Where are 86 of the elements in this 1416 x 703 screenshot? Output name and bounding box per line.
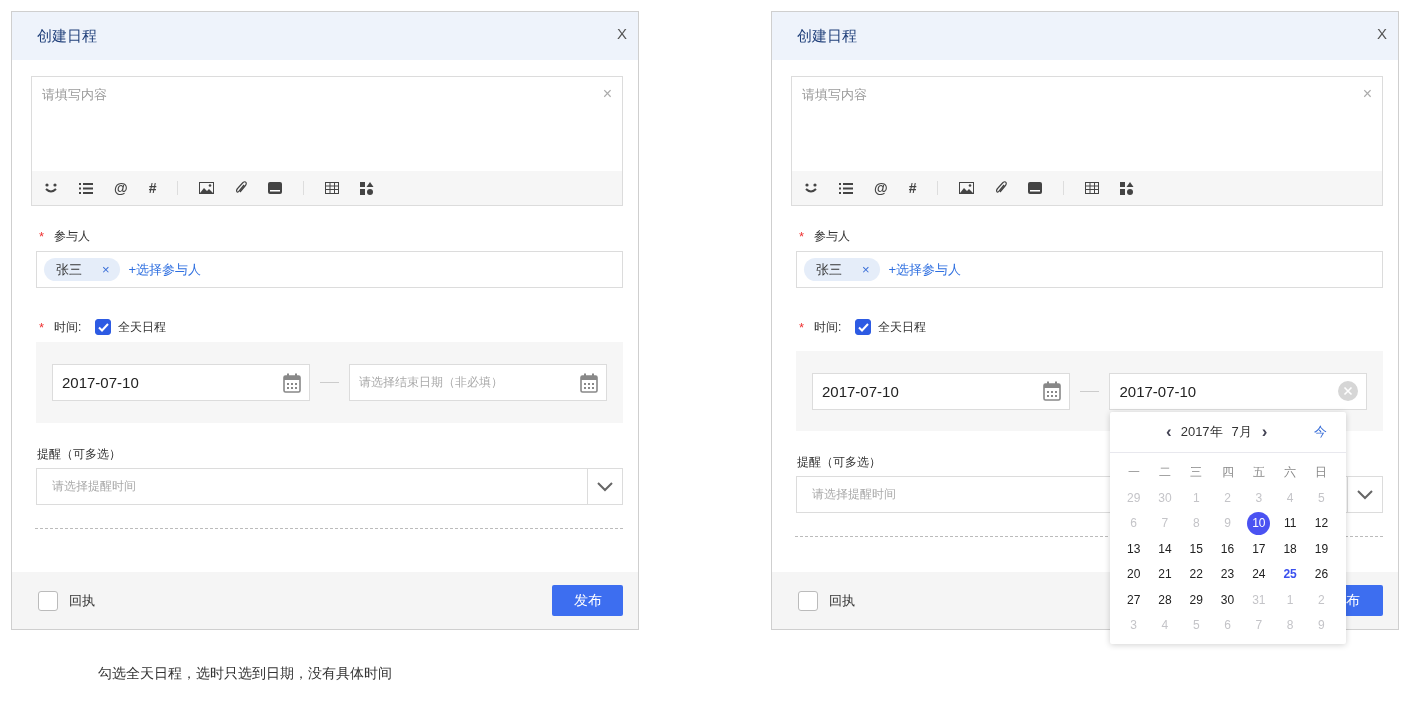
calendar-day[interactable]: 23 [1216, 562, 1240, 586]
shapes-icon[interactable] [360, 181, 375, 195]
previous-month-button[interactable]: ‹ [1166, 422, 1172, 442]
content-placeholder: 请填写内容 [42, 86, 107, 104]
required-mark: * [799, 228, 805, 244]
all-day-checkbox[interactable] [95, 319, 112, 335]
close-button[interactable]: X [617, 24, 627, 42]
insert-symbol-button[interactable]: # [908, 180, 917, 196]
calendar-day[interactable]: 25 [1278, 562, 1302, 586]
calendar-day[interactable]: 27 [1122, 588, 1146, 612]
required-mark: * [799, 319, 805, 335]
calendar-day[interactable]: 21 [1153, 562, 1177, 586]
drive-icon[interactable] [268, 182, 283, 194]
required-mark: * [39, 319, 45, 335]
calendar-day[interactable]: 26 [1309, 562, 1333, 586]
calendar-day[interactable]: 22 [1184, 562, 1208, 586]
image-icon[interactable] [199, 182, 215, 194]
calendar-day[interactable]: 17 [1247, 537, 1271, 561]
time-label: 时间: [814, 318, 842, 336]
table-icon[interactable] [1085, 182, 1100, 194]
calendar-day[interactable]: 11 [1278, 511, 1302, 535]
receipt-label: 回执 [69, 591, 95, 610]
insert-symbol-button[interactable]: # [148, 180, 157, 196]
participants-field[interactable]: 张三 × +选择参与人 [796, 251, 1383, 288]
next-month-button[interactable]: › [1261, 422, 1268, 442]
calendar-day[interactable]: 16 [1216, 537, 1240, 561]
year-label: 2017年 [1180, 423, 1223, 441]
chevron-down-icon [1357, 489, 1373, 500]
participants-field[interactable]: 张三 × +选择参与人 [36, 251, 623, 288]
calendar-icon [282, 372, 301, 393]
paperclip-icon[interactable] [995, 181, 1008, 195]
list-icon[interactable] [839, 182, 853, 194]
today-button[interactable]: 今 [1314, 423, 1327, 441]
insert-symbol-button[interactable]: @ [874, 180, 888, 196]
receipt-checkbox[interactable] [798, 590, 818, 611]
calendar-day[interactable]: 30 [1216, 588, 1240, 612]
calendar-icon [1042, 381, 1061, 401]
calendar-day[interactable]: 24 [1247, 562, 1271, 586]
table-icon[interactable] [325, 182, 340, 194]
month-label: 7月 [1231, 423, 1252, 441]
all-day-label: 全天日程 [118, 318, 167, 336]
insert-symbol-button[interactable]: @ [114, 180, 128, 196]
content-editor[interactable]: 请填写内容 × @ # [31, 76, 623, 206]
publish-button[interactable]: 发布 [552, 585, 623, 616]
participants-label: 参与人 [814, 227, 851, 245]
start-date-field[interactable]: 2017-07-10 [812, 372, 1070, 410]
content-placeholder: 请填写内容 [802, 86, 867, 104]
dialog-title: 创建日程 [797, 26, 857, 46]
dialog-title: 创建日程 [37, 26, 97, 46]
calendar-day[interactable]: 10 [1247, 511, 1271, 535]
calendar-day[interactable]: 14 [1153, 537, 1177, 561]
participant-tag[interactable]: 张三 × [804, 258, 880, 281]
list-icon[interactable] [79, 182, 93, 194]
smiley-icon[interactable] [44, 182, 58, 194]
paperclip-icon[interactable] [235, 181, 248, 195]
all-day-label: 全天日程 [878, 318, 927, 336]
calendar-day[interactable]: 15 [1184, 537, 1208, 561]
all-day-checkbox[interactable] [855, 319, 872, 335]
add-participant-link[interactable]: +选择参与人 [888, 260, 962, 279]
image-icon[interactable] [959, 182, 975, 194]
caption-text: 勾选全天日程，选时只选到日期，没有具体时间 [98, 665, 392, 683]
calendar-day[interactable]: 20 [1122, 562, 1146, 586]
participants-label: 参与人 [54, 227, 91, 245]
close-button[interactable]: X [1377, 24, 1387, 42]
add-participant-link[interactable]: +选择参与人 [128, 260, 202, 279]
calendar-day[interactable]: 18 [1278, 537, 1302, 561]
smiley-icon[interactable] [804, 182, 818, 194]
end-date-field[interactable]: 2017-07-10 [1109, 372, 1367, 410]
required-mark: * [39, 228, 45, 244]
content-editor[interactable]: 请填写内容 × @ # [791, 76, 1383, 206]
time-label: 时间: [54, 318, 82, 336]
calendar-day[interactable]: 19 [1309, 537, 1333, 561]
chevron-down-icon [597, 481, 613, 492]
receipt-label: 回执 [829, 591, 855, 610]
remind-label: 提醒（可多选） [797, 453, 881, 471]
participant-tag[interactable]: 张三 × [44, 258, 120, 281]
calendar-day[interactable]: 29 [1184, 588, 1208, 612]
calendar-day[interactable]: 12 [1309, 511, 1333, 535]
drive-icon[interactable] [1028, 182, 1043, 194]
calendar-icon [580, 372, 598, 393]
shapes-icon[interactable] [1120, 181, 1135, 195]
start-date-field[interactable]: 2017-07-10 [52, 364, 310, 401]
receipt-checkbox[interactable] [38, 590, 58, 611]
remind-label: 提醒（可多选） [37, 445, 121, 463]
calendar-day[interactable]: 28 [1153, 588, 1177, 612]
calendar-day[interactable]: 13 [1122, 537, 1146, 561]
